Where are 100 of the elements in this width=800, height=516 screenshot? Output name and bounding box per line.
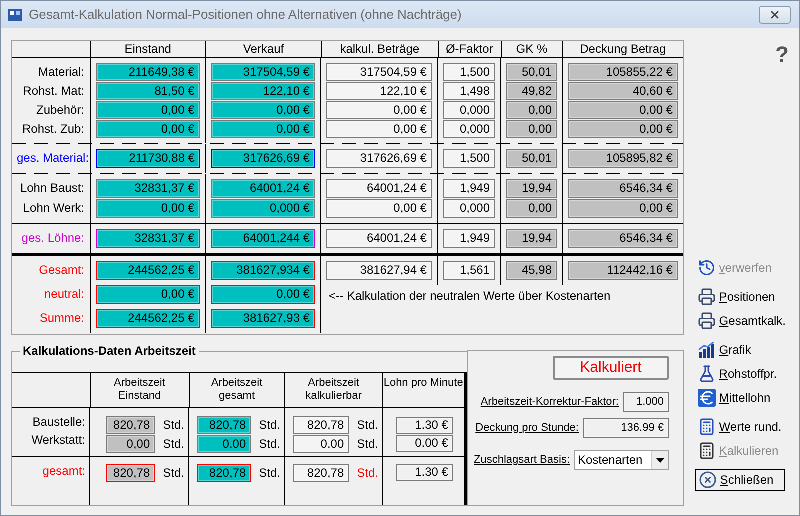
overhead-field: 45,98 [506,261,558,280]
sale-field: 0,00 € [210,120,316,138]
field-label: Zuschlagsart Basis: [474,454,570,466]
close-icon [699,471,718,489]
factor-field: 1,561 [443,261,496,280]
row-label: Zubehör: [35,102,85,119]
sale-field: 317626,69 € [211,149,315,168]
action-button[interactable]: Mittellohn [695,387,789,408]
billable-hours-field: 0.00 [293,435,350,453]
action-button[interactable]: Werte rund. [695,416,789,437]
row-label: ges. Löhne: [20,230,85,247]
row-label: Lohn Werk: [22,200,85,217]
sale-field: 381627,934 € [210,261,316,280]
column-header: Lohn pro Minute [384,377,464,390]
bar-chart-icon [698,342,716,358]
factor-field: 0,000 [443,101,496,119]
field-label: Arbeitszeit-Korrektur-Faktor: [480,396,619,408]
unit-label: Std. [357,436,378,452]
factor-field: 1,498 [443,82,496,100]
action-button[interactable]: Grafik [695,339,789,360]
margin-field: 105855,22 € [568,63,678,81]
margin-field: 0,00 € [568,101,678,119]
group-title: Kalkulations-Daten Arbeitszeit [22,344,197,358]
row-label: Rohst. Mat: [22,83,85,100]
sale-field: 0,000 € [210,199,316,218]
action-button[interactable]: Schließen [695,469,786,491]
column-header: Einstand [90,41,206,57]
margin-field: 112442,16 € [568,261,678,280]
printer-icon [698,312,716,330]
calculated-field: 381627,94 € [326,261,432,280]
factor-field: 1,949 [443,229,496,248]
overhead-field: 50,01 [506,149,557,168]
column-header: Arbeitszeit gesamt [211,377,263,403]
margin-field: 6546,34 € [568,229,678,248]
cost-field: 0,00 € [96,101,200,119]
unit-label: Std. [163,436,184,452]
column-header: Deckung Betrag [562,41,683,57]
unit-label: Std. [163,416,184,434]
overhead-field: 19,94 [506,179,558,198]
calculated-field: 64001,24 € [326,179,432,198]
unit-label: Std. [357,464,378,482]
cost-field: 81,50 € [96,82,200,100]
row-label: gesamt: [42,463,86,480]
wage-field: 1.30 € [396,417,454,434]
column-header: Arbeitszeit Einstand [114,377,166,403]
cost-field: 32831,37 € [96,229,200,248]
sale-field: 0,00 € [210,101,316,119]
flask-icon [698,364,716,382]
sale-field: 122,10 € [210,82,316,100]
printer-icon [698,288,716,306]
column-header: GK % [500,41,562,57]
margin-field: 6546,34 € [568,179,678,198]
calculated-field: 122,10 € [326,82,432,100]
caret-icon [656,458,664,462]
cost-hours-field: 820,78 [106,416,156,434]
basis-dropdown[interactable]: Kostenarten [574,450,669,470]
cost-field: 0,00 € [96,120,200,138]
calculated-field: 64001,24 € [326,229,432,248]
overhead-field: 19,94 [506,229,558,248]
factor-field: 1,949 [443,179,496,198]
value-field: 1.000 [623,392,669,412]
factor-field: 0,000 [443,120,496,138]
calculator-icon [698,418,716,436]
margin-field: 0,00 € [568,199,678,218]
field-label: Deckung pro Stunde: [476,422,579,434]
wage-field: 0.00 € [396,435,454,452]
unit-label: Std. [259,464,280,482]
calculated-field: 317504,59 € [326,63,432,81]
help-icon[interactable]: ? [776,42,789,68]
row-label: Summe: [38,310,85,327]
calculated-field: 317626,69 € [326,149,432,168]
calculator-icon [698,442,716,460]
close-icon [769,8,781,20]
close-button[interactable] [759,6,791,24]
unit-label: Std. [357,416,378,434]
action-button[interactable]: Positionen [695,286,789,307]
action-button[interactable]: Gesamtkalk. [695,310,789,331]
cost-field: 244562,25 € [96,261,200,280]
value-field: 136.99 € [583,418,669,438]
row-label: Gesamt: [38,262,85,279]
margin-field: 0,00 € [568,120,678,138]
euro-icon [698,388,716,406]
action-button[interactable]: Rohstoffpr. [695,363,789,384]
sale-field: 0,00 € [210,285,316,304]
cost-field: 211730,88 € [96,149,200,168]
column-header: kalkul. Beträge [321,41,438,57]
row-label: Lohn Baust: [19,180,85,197]
cost-field: 0,00 € [96,199,200,218]
billable-hours-field: 820,78 [293,464,350,482]
column-header: Ø-Faktor [438,41,501,57]
note-text: <-- Kalkulation der neutralen Werte über Kostenarten [328,288,612,305]
row-label: Rohst. Zub: [21,121,85,138]
sale-field: 317504,59 € [210,63,316,81]
window-title: Gesamt-Kalkulation Normal-Positionen ohne Alternativen (ohne Nachträge) [29,7,463,22]
billable-hours-field: 820,78 [293,416,350,434]
margin-field: 40,60 € [568,82,678,100]
cost-field: 244562,25 € [96,309,200,328]
total-hours-field: 820,78 [197,416,252,434]
row-label: Baustelle: [32,414,86,431]
margin-field: 105895,82 € [568,149,678,168]
